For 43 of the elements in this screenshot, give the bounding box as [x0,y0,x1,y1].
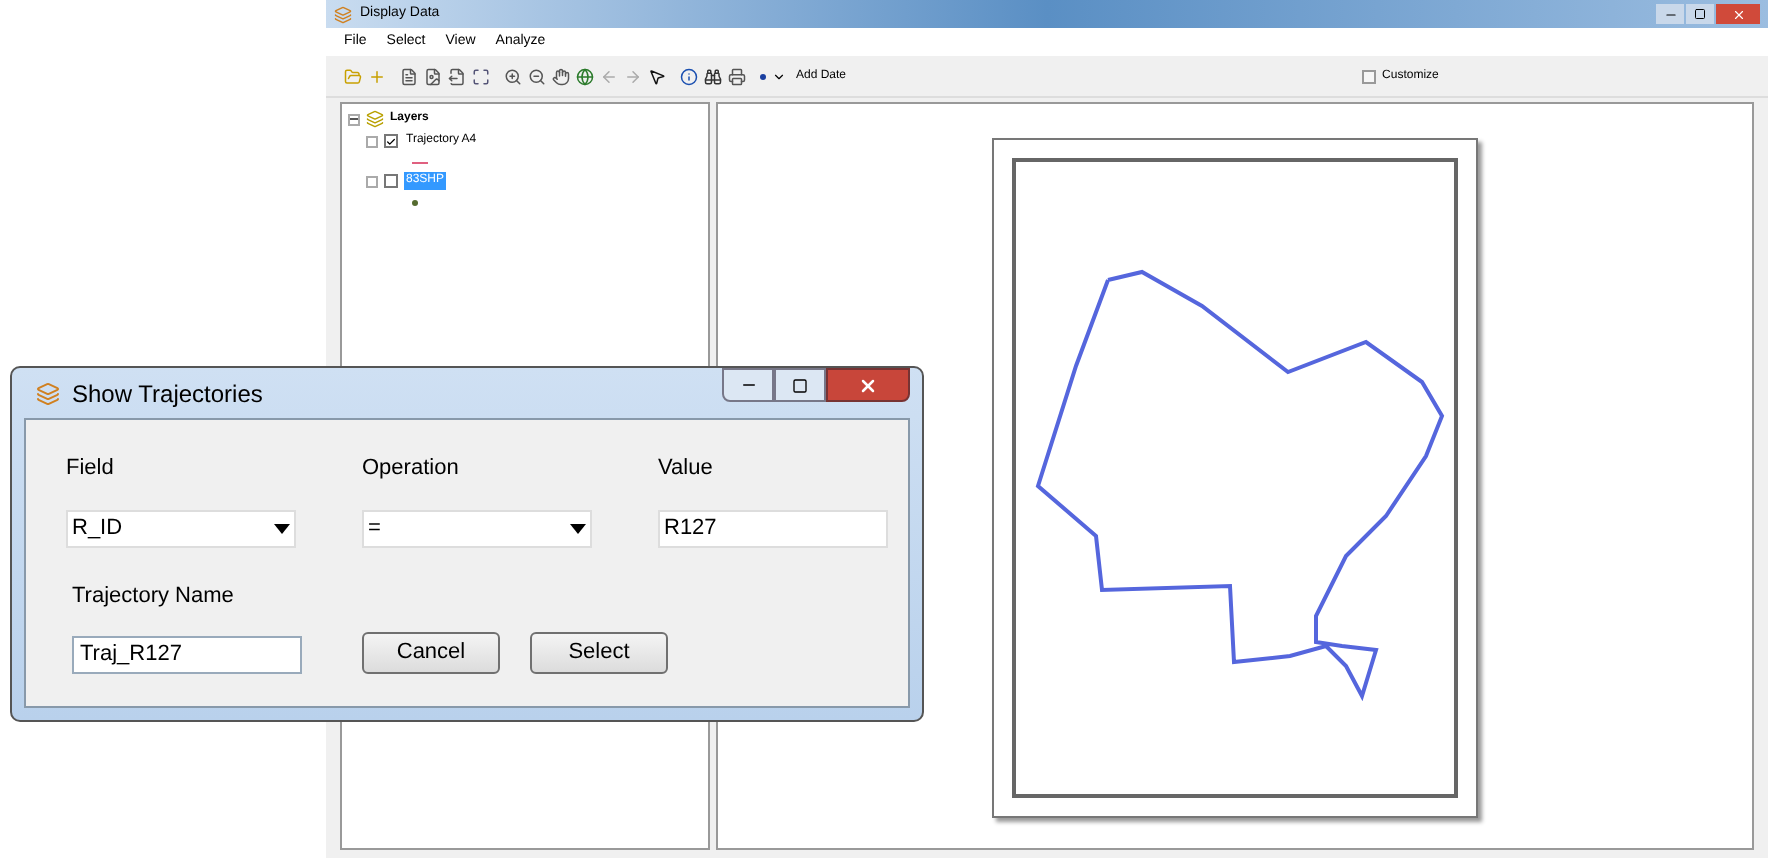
caret-icon[interactable] [772,69,786,83]
zoom-out-icon[interactable] [528,67,546,85]
dialog-title: Show Trajectories [72,377,263,411]
layers-icon [366,110,384,128]
point-symbol-icon[interactable] [760,73,766,79]
dropdown[interactable]: = [362,509,592,547]
layer-checkbox[interactable] [384,134,398,148]
document-icon[interactable] [424,67,442,85]
document-icon[interactable] [448,67,466,85]
pointer-icon[interactable] [648,67,666,85]
close-button[interactable] [826,368,910,402]
hand-icon[interactable] [552,67,570,85]
maximize-button[interactable] [774,368,826,402]
maximize-icon [792,377,808,393]
printer-icon[interactable] [728,67,746,85]
expander-icon[interactable] [348,113,360,125]
binoculars-icon[interactable] [704,67,722,85]
field-label: Field [66,454,116,484]
layer-checkbox[interactable] [384,174,398,188]
field-label: Trajectory Name [72,581,236,611]
dropdown[interactable]: R_ID [66,509,296,547]
caret-icon [274,523,290,533]
field-label: Value [658,454,715,484]
maximize-icon [1694,8,1706,20]
close-icon [1731,7,1745,21]
globe-icon[interactable] [576,67,594,85]
app-icon [36,381,60,405]
caret-icon [570,523,586,533]
minimize-button[interactable] [1656,4,1684,24]
close-icon [858,375,878,395]
maximize-button[interactable] [1686,4,1714,24]
input-field[interactable]: Traj_R127 [72,636,302,674]
check-icon [386,135,396,147]
info-icon[interactable] [680,67,698,85]
zoom-in-icon[interactable] [504,67,522,85]
customize-checkbox[interactable] [1362,69,1377,83]
full-extent-icon[interactable] [472,67,490,85]
app-icon [334,5,352,23]
field-label: Operation [362,454,461,484]
input-field[interactable]: R127 [658,509,888,547]
document-icon[interactable] [400,67,418,85]
dialog-button[interactable]: Cancel [362,632,500,674]
dialog-button[interactable]: Select [530,632,668,674]
